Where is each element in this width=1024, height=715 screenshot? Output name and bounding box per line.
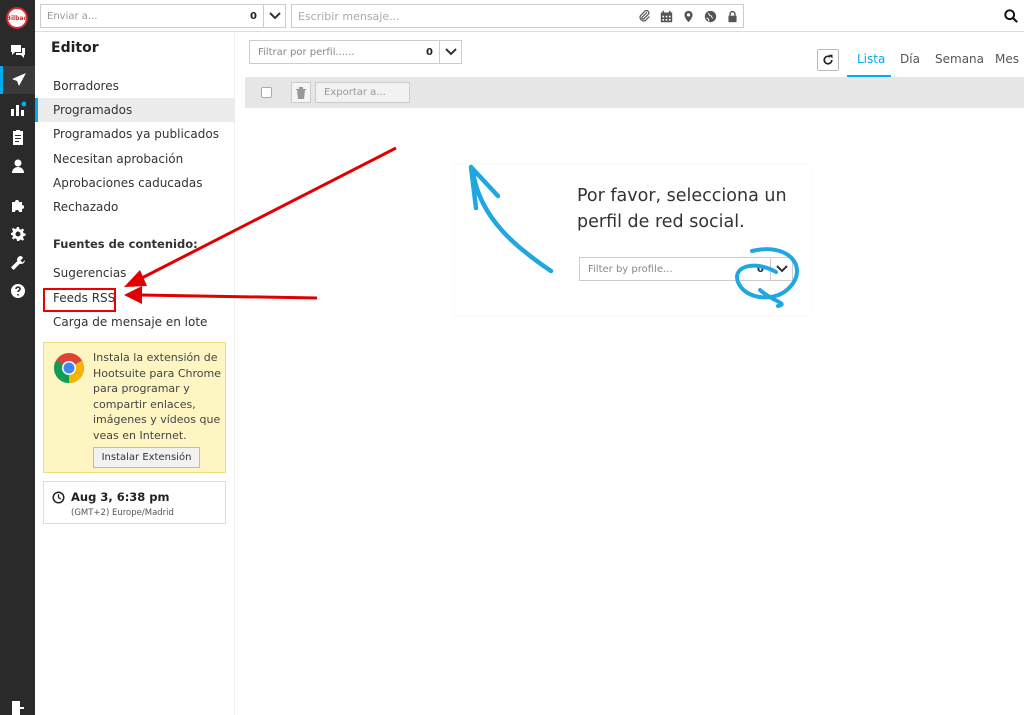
send-to-select[interactable]: Enviar a... 0 — [40, 4, 286, 28]
sidebar-item-drafts[interactable]: Borradores — [35, 74, 235, 98]
empty-state-card: Por favor, selecciona un perfil de red s… — [455, 165, 811, 315]
profile-filter-count: 0 — [426, 46, 433, 58]
chevron-down-icon[interactable] — [263, 5, 285, 27]
editor-sidebar: Editor Borradores Programados Programado… — [35, 32, 235, 715]
delete-button[interactable] — [291, 82, 311, 103]
sidebar-item-rejected[interactable]: Rechazado — [35, 195, 235, 219]
sidebar-item-scheduled[interactable]: Programados — [35, 98, 235, 122]
export-select[interactable]: Exportar a... — [315, 82, 410, 103]
send-to-count: 0 — [250, 10, 257, 22]
streams-icon[interactable] — [0, 37, 35, 65]
message-input[interactable]: Escribir mensaje... — [291, 4, 744, 28]
sidebar-item-expired-approvals[interactable]: Aprobaciones caducadas — [35, 171, 235, 195]
sidebar-item-past-scheduled[interactable]: Programados ya publicados — [35, 122, 235, 146]
search-icon[interactable] — [1002, 7, 1020, 25]
location-pin-icon[interactable] — [677, 5, 699, 27]
install-extension-button[interactable]: Instalar Extensión — [93, 447, 200, 468]
logo-text: Bilbao — [6, 14, 28, 22]
top-bar: Enviar a... 0 Escribir mensaje... — [35, 0, 1024, 32]
tab-day[interactable]: Día — [900, 52, 920, 66]
sidebar-item-require-approval[interactable]: Necesitan aprobación — [35, 147, 235, 171]
chrome-extension-promo: Instala la extensión de Hootsuite para C… — [43, 342, 226, 473]
logout-icon[interactable] — [0, 700, 35, 715]
sidebar-item-bulk-upload[interactable]: Carga de mensaje en lote — [35, 310, 235, 334]
calendar-icon[interactable] — [655, 5, 677, 27]
settings-icon[interactable] — [0, 220, 35, 248]
extension-text: Instala la extensión de Hootsuite para C… — [93, 351, 222, 442]
brand-logo[interactable]: Bilbao — [6, 7, 28, 29]
timezone-label: (GMT+2) Europe/Madrid — [71, 508, 174, 518]
globe-icon[interactable] — [699, 5, 721, 27]
profile-filter-placeholder: Filtrar por perfil...... — [258, 46, 355, 58]
assignments-icon[interactable] — [0, 123, 35, 151]
empty-state-message: Por favor, selecciona un perfil de red s… — [577, 186, 787, 232]
send-to-placeholder: Enviar a... — [47, 10, 98, 22]
chrome-icon — [53, 353, 85, 384]
rss-highlight-box — [43, 288, 116, 312]
empty-state-profile-filter[interactable]: Filter by profile... 0 — [579, 257, 793, 281]
help-icon[interactable] — [0, 277, 35, 305]
timezone-card: Aug 3, 6:38 pm (GMT+2) Europe/Madrid — [43, 481, 226, 524]
list-toolbar: Exportar a... — [245, 77, 1024, 108]
publisher-icon[interactable] — [0, 66, 35, 94]
chevron-down-icon[interactable] — [770, 258, 792, 280]
sidebar-item-suggestions[interactable]: Sugerencias — [35, 261, 235, 285]
select-all-checkbox[interactable] — [261, 87, 272, 98]
main-panel: Filtrar por perfil...... 0 Lista Día Sem… — [245, 32, 1024, 715]
tab-week[interactable]: Semana — [935, 52, 984, 66]
chevron-down-icon[interactable] — [439, 41, 461, 63]
empty-filter-placeholder: Filter by profile... — [588, 263, 673, 275]
refresh-icon — [823, 54, 833, 65]
attachment-icon[interactable] — [633, 5, 655, 27]
trash-icon — [296, 86, 306, 99]
tab-list[interactable]: Lista — [857, 52, 885, 66]
empty-filter-count: 0 — [757, 263, 764, 275]
page-title: Editor — [51, 40, 99, 56]
apps-icon[interactable] — [0, 191, 35, 219]
clock-icon — [52, 491, 65, 504]
left-nav: Bilbao — [0, 0, 35, 715]
tab-month[interactable]: Mes — [995, 52, 1019, 66]
current-datetime: Aug 3, 6:38 pm — [71, 490, 170, 504]
lock-icon[interactable] — [721, 5, 743, 27]
profile-filter[interactable]: Filtrar por perfil...... 0 — [249, 40, 462, 64]
analytics-icon[interactable] — [0, 95, 35, 123]
tools-icon[interactable] — [0, 249, 35, 277]
refresh-button[interactable] — [817, 49, 839, 71]
message-placeholder: Escribir mensaje... — [298, 9, 400, 23]
contacts-icon[interactable] — [0, 152, 35, 180]
content-sources-heading: Fuentes de contenido: — [53, 237, 198, 251]
